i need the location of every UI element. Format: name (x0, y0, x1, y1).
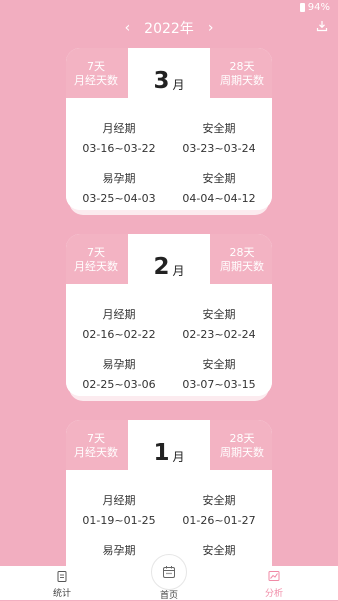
safe-label: 安全期 (202, 308, 236, 321)
safe-range: 03-07~03-15 (182, 378, 256, 391)
fertile-label: 易孕期 (102, 172, 136, 185)
calendar-icon (163, 566, 175, 578)
safe-label: 安全期 (202, 358, 236, 371)
safe-range: 01-26~01-27 (182, 514, 256, 527)
home-button[interactable] (151, 554, 187, 590)
safe-range: 04-04~04-12 (182, 192, 256, 205)
safe-label: 安全期 (202, 122, 236, 135)
status-bar: 94% (0, 0, 338, 16)
period-days-label: 月经天数 (74, 446, 118, 459)
battery-indicator: 94% (299, 2, 330, 13)
year-navigator: ‹ 2022年 › (0, 16, 338, 40)
cycle-days-tab: 28天 周期天数 (212, 234, 272, 284)
bottom-tab-bar: 统计 首页 分析 (0, 554, 338, 601)
tab-stats[interactable]: 统计 (22, 566, 102, 600)
cycle-days: 28天 (229, 60, 255, 73)
month-title: 3 月 (128, 48, 210, 114)
year-label: 2022年 (144, 21, 194, 37)
chart-icon (268, 571, 280, 581)
month-title: 2 月 (128, 234, 210, 300)
fertile-label: 易孕期 (102, 358, 136, 371)
menstrual-period: 月经期 01-19~01-25 (69, 492, 169, 527)
period-days-tab: 7天 月经天数 (66, 420, 126, 470)
period-days-label: 月经天数 (74, 260, 118, 273)
month-card[interactable]: 7天 月经天数 28天 周期天数 2 月 月经期 02-16~02-22 安全期… (66, 234, 272, 401)
fertile-period: 易孕期 02-25~03-06 (69, 356, 169, 391)
month-unit: 月 (172, 77, 185, 92)
safe-period-1: 安全期 01-26~01-27 (169, 492, 269, 527)
menstrual-label: 月经期 (102, 122, 136, 135)
tab-stats-label: 统计 (52, 589, 71, 599)
fertile-range: 03-25~04-03 (82, 192, 156, 205)
period-days-label: 月经天数 (74, 74, 118, 87)
tab-home-label: 首页 (159, 591, 178, 601)
period-days: 7天 (87, 432, 105, 445)
month-card[interactable]: 7天 月经天数 28天 周期天数 3 月 月经期 03-16~03-22 安全期… (66, 48, 272, 215)
month-card[interactable]: 7天 月经天数 28天 周期天数 1 月 月经期 01-19~01-25 安全期… (66, 420, 272, 566)
period-days-tab: 7天 月经天数 (66, 234, 126, 284)
month-number: 1 (153, 440, 170, 466)
period-days: 7天 (87, 60, 105, 73)
menstrual-range: 01-19~01-25 (82, 514, 156, 527)
safe-period-1: 安全期 02-23~02-24 (169, 306, 269, 341)
month-card-list[interactable]: 7天 月经天数 28天 周期天数 3 月 月经期 03-16~03-22 安全期… (0, 44, 338, 566)
cycle-days-tab: 28天 周期天数 (212, 420, 272, 470)
tab-analysis-label: 分析 (264, 589, 283, 599)
clipboard-icon (57, 571, 67, 582)
cycle-days-tab: 28天 周期天数 (212, 48, 272, 98)
fertile-range: 02-25~03-06 (82, 378, 156, 391)
safe-range: 03-23~03-24 (182, 142, 256, 155)
menstrual-period: 月经期 03-16~03-22 (69, 120, 169, 155)
safe-label: 安全期 (202, 172, 236, 185)
download-icon[interactable] (316, 20, 328, 32)
fertile-period: 易孕期 03-25~04-03 (69, 170, 169, 205)
month-unit: 月 (172, 263, 185, 278)
safe-range: 02-23~02-24 (182, 328, 256, 341)
next-year-button[interactable]: › (208, 20, 214, 36)
safe-period-2: 安全期 03-07~03-15 (169, 356, 269, 391)
fertile-label: 易孕期 (102, 544, 136, 557)
safe-label: 安全期 (202, 494, 236, 507)
menstrual-label: 月经期 (102, 308, 136, 321)
prev-year-button[interactable]: ‹ (125, 20, 131, 36)
battery-percent: 94% (307, 2, 330, 13)
menstrual-label: 月经期 (102, 494, 136, 507)
cycle-days-label: 周期天数 (220, 260, 264, 273)
safe-period-2: 安全期 (169, 542, 269, 564)
cycle-days: 28天 (229, 246, 255, 259)
month-number: 2 (153, 254, 170, 280)
safe-period-2: 安全期 04-04~04-12 (169, 170, 269, 205)
cycle-days-label: 周期天数 (220, 74, 264, 87)
period-days: 7天 (87, 246, 105, 259)
battery-icon (299, 3, 305, 12)
menstrual-range: 02-16~02-22 (82, 328, 156, 341)
cycle-days: 28天 (229, 432, 255, 445)
safe-label: 安全期 (202, 544, 236, 557)
month-title: 1 月 (128, 420, 210, 486)
menstrual-range: 03-16~03-22 (82, 142, 156, 155)
safe-period-1: 安全期 03-23~03-24 (169, 120, 269, 155)
tab-analysis[interactable]: 分析 (234, 566, 314, 600)
month-unit: 月 (172, 449, 185, 464)
month-number: 3 (153, 68, 170, 94)
period-days-tab: 7天 月经天数 (66, 48, 126, 98)
cycle-days-label: 周期天数 (220, 446, 264, 459)
menstrual-period: 月经期 02-16~02-22 (69, 306, 169, 341)
